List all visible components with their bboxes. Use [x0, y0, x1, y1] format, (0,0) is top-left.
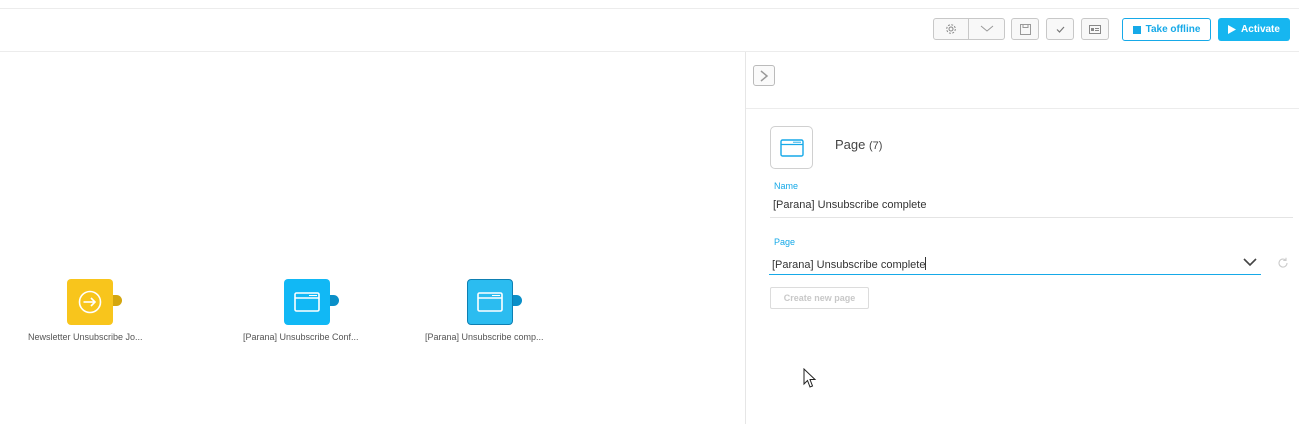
entry-node[interactable]: [67, 279, 113, 325]
page-node-complete-connector[interactable]: [513, 295, 522, 306]
page-icon: [294, 292, 320, 312]
chevron-down-icon[interactable]: [1242, 255, 1258, 269]
page-node-confirm-label: [Parana] Unsubscribe Conf...: [243, 332, 359, 342]
page-icon: [779, 138, 804, 157]
refresh-icon[interactable]: [1277, 257, 1289, 269]
settings-button[interactable]: [933, 18, 969, 40]
gear-icon: [946, 24, 956, 34]
play-icon: [1228, 25, 1237, 34]
page-select-value: [Parana] Unsubscribe complete: [772, 259, 926, 271]
mouse-cursor-icon: [803, 368, 817, 388]
page-node-confirm-connector[interactable]: [330, 295, 339, 306]
toolbar-border: [0, 51, 1299, 52]
save-button[interactable]: [1011, 18, 1039, 40]
entry-node-connector[interactable]: [113, 295, 122, 306]
chevron-right-icon: [760, 69, 769, 82]
activate-button[interactable]: Activate: [1218, 18, 1290, 41]
page-node-complete-label: [Parana] Unsubscribe comp...: [425, 332, 544, 342]
text-caret: [925, 257, 927, 270]
panel-header-border: [746, 108, 1299, 109]
top-border: [0, 8, 1299, 9]
page-field-label: Page: [774, 237, 796, 247]
panel-title-count: (7): [869, 140, 883, 152]
panel-title-text: Page: [835, 137, 866, 152]
take-offline-button[interactable]: Take offline: [1122, 18, 1211, 41]
name-field[interactable]: [Parana] Unsubscribe complete: [773, 199, 926, 211]
check-icon: [1056, 26, 1064, 33]
page-icon: [477, 292, 503, 312]
entry-node-label: Newsletter Unsubscribe Jo...: [28, 332, 143, 342]
stop-icon: [1132, 25, 1141, 34]
panel-title: Page (7): [835, 137, 882, 152]
preview-button[interactable]: [1081, 18, 1109, 40]
save-icon: [1019, 23, 1031, 35]
entry-arrow-icon: [78, 290, 102, 314]
create-new-page-button[interactable]: Create new page: [770, 287, 869, 309]
preview-icon: [1089, 24, 1101, 34]
page-node-confirm[interactable]: [284, 279, 330, 325]
take-offline-label: Take offline: [1145, 24, 1201, 35]
name-field-label: Name: [774, 181, 799, 191]
activate-label: Activate: [1241, 24, 1280, 35]
panel-page-icon: [770, 126, 813, 169]
chevron-down-icon: [980, 25, 993, 32]
name-field-underline: [770, 217, 1293, 218]
collapse-panel-button[interactable]: [753, 65, 775, 86]
page-select[interactable]: [Parana] Unsubscribe complete: [772, 257, 927, 271]
page-node-complete[interactable]: [467, 279, 513, 325]
page-select-underline: [769, 274, 1261, 275]
settings-dropdown-button[interactable]: [968, 18, 1005, 40]
validate-button[interactable]: [1046, 18, 1074, 40]
